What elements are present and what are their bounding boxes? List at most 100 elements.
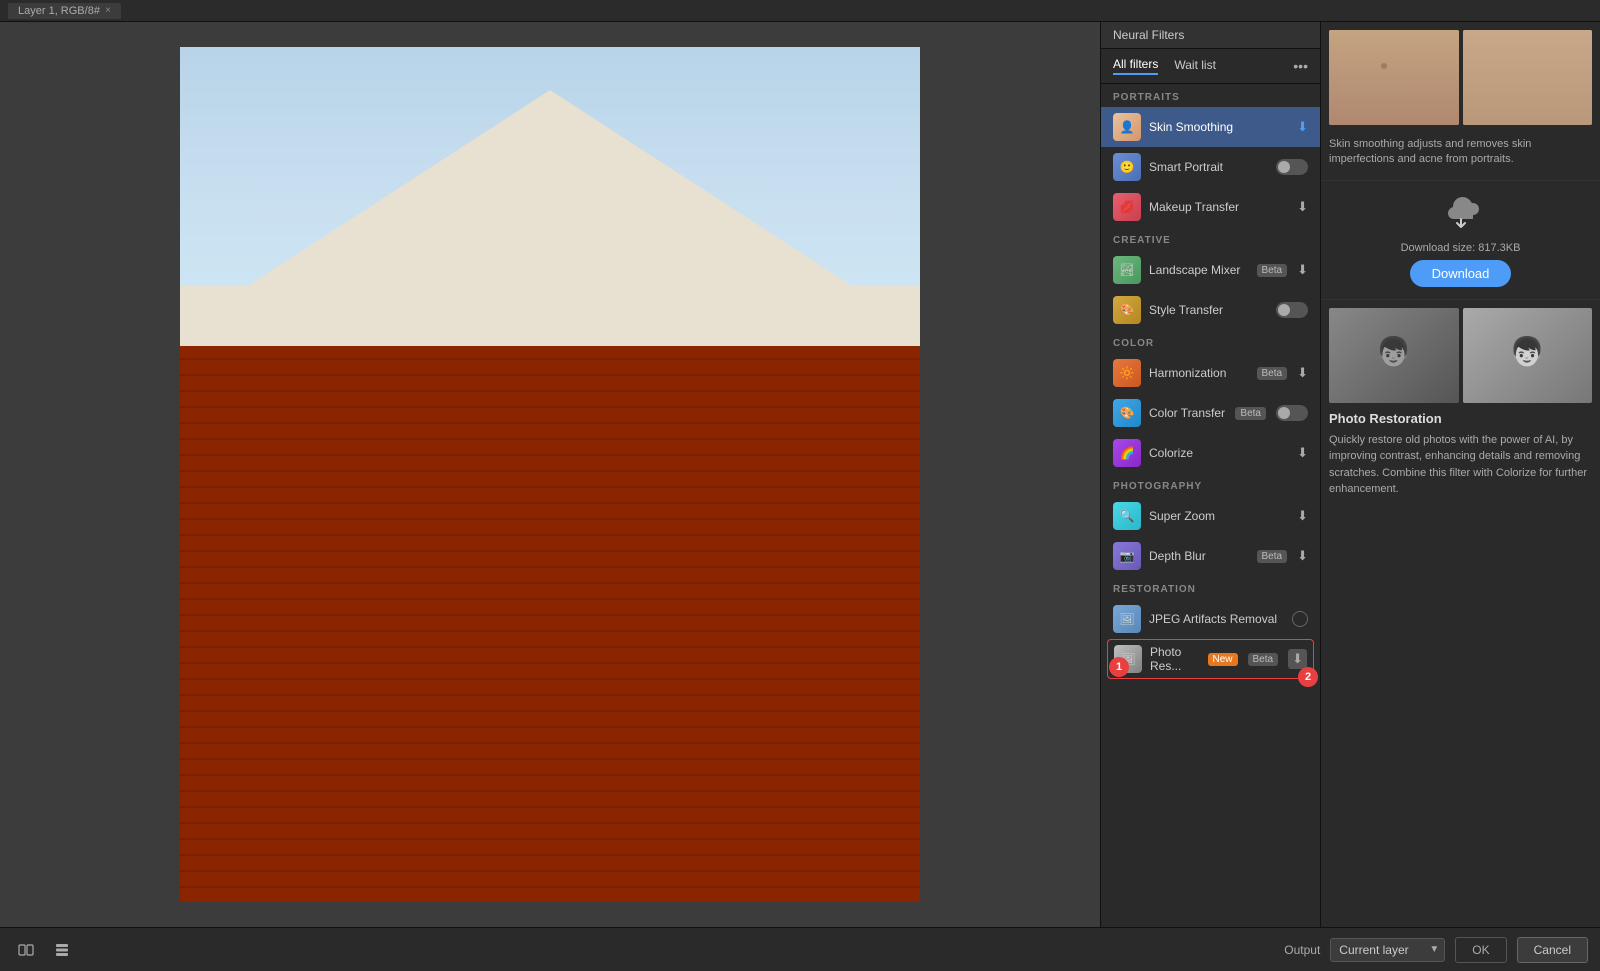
output-select-wrapper: Current layer New layer New document Sma…: [1330, 938, 1445, 962]
landscape-mixer-icon: 🏞: [1113, 256, 1141, 284]
panel-tabs: All filters Wait list •••: [1101, 49, 1320, 84]
jpeg-artifacts-label: JPEG Artifacts Removal: [1149, 612, 1284, 626]
smart-portrait-label: Smart Portrait: [1149, 160, 1268, 174]
badge-number-2: 2: [1298, 667, 1318, 687]
harmonization-download-icon[interactable]: ⬇: [1297, 365, 1308, 381]
filter-photo-restoration-wrapper: 🖼 Photo Res... New Beta ⬇ 1 2: [1107, 639, 1314, 679]
style-transfer-label: Style Transfer: [1149, 303, 1268, 317]
harmonization-icon: 🔆: [1113, 359, 1141, 387]
tab-label: Layer 1, RGB/8#: [18, 5, 100, 17]
child-face-after: [1463, 308, 1593, 403]
face-after: [1463, 30, 1593, 125]
filter-landscape-mixer[interactable]: 🏞 Landscape Mixer Beta ⬇: [1101, 250, 1320, 290]
smart-portrait-icon: 🙂: [1113, 153, 1141, 181]
filter-color-transfer[interactable]: 🎨 Color Transfer Beta: [1101, 393, 1320, 433]
barn-roof-area: [180, 90, 920, 329]
photo-restoration-section: Photo Restoration Quickly restore old ph…: [1321, 300, 1600, 927]
output-label: Output: [1284, 943, 1320, 957]
color-transfer-beta-badge: Beta: [1235, 407, 1266, 420]
color-transfer-toggle[interactable]: [1276, 405, 1308, 421]
colorize-icon: 🌈: [1113, 439, 1141, 467]
filter-jpeg-artifacts[interactable]: 🖼 JPEG Artifacts Removal: [1101, 599, 1320, 639]
filter-super-zoom[interactable]: 🔍 Super Zoom ⬇: [1101, 496, 1320, 536]
skin-smoothing-icon: 👤: [1113, 113, 1141, 141]
photo-restoration-title: Photo Restoration: [1329, 411, 1592, 426]
layers-stack-icon[interactable]: [48, 936, 76, 964]
harmonization-beta-badge: Beta: [1257, 367, 1288, 380]
bottom-bar: Output Current layer New layer New docum…: [0, 927, 1600, 971]
jpeg-artifacts-icon: 🖼: [1113, 605, 1141, 633]
filter-depth-blur[interactable]: 📷 Depth Blur Beta ⬇: [1101, 536, 1320, 576]
tab-all-filters[interactable]: All filters: [1113, 57, 1158, 75]
filter-makeup-transfer[interactable]: 💋 Makeup Transfer ⬇: [1101, 187, 1320, 227]
super-zoom-icon: 🔍: [1113, 502, 1141, 530]
skin-smoothing-download-icon[interactable]: ⬇: [1297, 119, 1308, 135]
jpeg-artifacts-circle[interactable]: [1292, 611, 1308, 627]
panel-more-options[interactable]: •••: [1293, 58, 1308, 74]
download-button[interactable]: Download: [1410, 260, 1512, 287]
filter-skin-smoothing[interactable]: 👤 Skin Smoothing ⬇: [1101, 107, 1320, 147]
bottom-icons: [12, 936, 76, 964]
barn-roof-left: [180, 90, 920, 329]
photo-res-before: [1329, 308, 1459, 403]
harmonization-label: Harmonization: [1149, 366, 1249, 380]
tab-close-icon[interactable]: ×: [105, 5, 111, 16]
landscape-mixer-label: Landscape Mixer: [1149, 263, 1249, 277]
colorize-download-icon[interactable]: ⬇: [1297, 445, 1308, 461]
makeup-transfer-icon: 💋: [1113, 193, 1141, 221]
section-creative: CREATIVE: [1101, 227, 1320, 250]
depth-blur-beta-badge: Beta: [1257, 550, 1288, 563]
makeup-transfer-download-icon[interactable]: ⬇: [1297, 199, 1308, 215]
panel-header: Neural Filters: [1101, 22, 1320, 49]
ok-button[interactable]: OK: [1455, 937, 1506, 963]
cloud-download-icon: [1441, 193, 1481, 236]
child-face-before: [1329, 308, 1459, 403]
photo-restoration-new-badge: New: [1208, 653, 1238, 666]
tab-wait-list[interactable]: Wait list: [1174, 58, 1216, 74]
right-panel: Skin smoothing adjusts and removes skin …: [1320, 22, 1600, 927]
layers-compare-icon[interactable]: [12, 936, 40, 964]
output-select[interactable]: Current layer New layer New document Sma…: [1330, 938, 1445, 962]
photo-restoration-beta-badge: Beta: [1248, 653, 1279, 666]
photo-restoration-download-icon[interactable]: ⬇: [1288, 649, 1307, 669]
photo-restoration-label: Photo Res...: [1150, 645, 1200, 673]
section-color: COLOR: [1101, 330, 1320, 353]
photo-res-after: [1463, 308, 1593, 403]
section-restoration: RESTORATION: [1101, 576, 1320, 599]
color-transfer-label: Color Transfer: [1149, 406, 1227, 420]
photo-res-preview: [1329, 308, 1592, 403]
section-portraits: PORTRAITS: [1101, 84, 1320, 107]
canvas-image: [180, 47, 920, 902]
landscape-mixer-download-icon[interactable]: ⬇: [1297, 262, 1308, 278]
super-zoom-download-icon[interactable]: ⬇: [1297, 508, 1308, 524]
panel-title: Neural Filters: [1113, 28, 1184, 42]
filter-list: PORTRAITS 👤 Skin Smoothing ⬇ 🙂 Smart Por…: [1101, 84, 1320, 927]
badge-number-1: 1: [1109, 657, 1129, 677]
face-before: [1329, 30, 1459, 125]
download-section: Download size: 817.3KB Download: [1321, 181, 1600, 300]
filter-smart-portrait[interactable]: 🙂 Smart Portrait: [1101, 147, 1320, 187]
filter-photo-restoration[interactable]: 🖼 Photo Res... New Beta ⬇: [1107, 639, 1314, 679]
smart-portrait-toggle[interactable]: [1276, 159, 1308, 175]
top-bar: Layer 1, RGB/8# ×: [0, 0, 1600, 22]
download-size-label: Download size: 817.3KB: [1401, 242, 1521, 254]
skin-smoothing-description: Skin smoothing adjusts and removes skin …: [1329, 133, 1592, 172]
document-tab[interactable]: Layer 1, RGB/8# ×: [8, 3, 121, 19]
skin-smoothing-label: Skin Smoothing: [1149, 120, 1289, 134]
cancel-button[interactable]: Cancel: [1517, 937, 1588, 963]
color-transfer-icon: 🎨: [1113, 399, 1141, 427]
canvas-area: [0, 22, 1100, 927]
depth-blur-label: Depth Blur: [1149, 549, 1249, 563]
filter-style-transfer[interactable]: 🎨 Style Transfer: [1101, 290, 1320, 330]
barn-siding: [180, 346, 920, 902]
filter-colorize[interactable]: 🌈 Colorize ⬇: [1101, 433, 1320, 473]
filter-harmonization[interactable]: 🔆 Harmonization Beta ⬇: [1101, 353, 1320, 393]
skin-smoothing-preview: Skin smoothing adjusts and removes skin …: [1321, 22, 1600, 181]
depth-blur-icon: 📷: [1113, 542, 1141, 570]
style-transfer-toggle[interactable]: [1276, 302, 1308, 318]
preview-images: [1329, 30, 1592, 125]
depth-blur-download-icon[interactable]: ⬇: [1297, 548, 1308, 564]
landscape-mixer-beta-badge: Beta: [1257, 264, 1288, 277]
photo-restoration-description: Quickly restore old photos with the powe…: [1329, 432, 1592, 498]
preview-after: [1463, 30, 1593, 125]
